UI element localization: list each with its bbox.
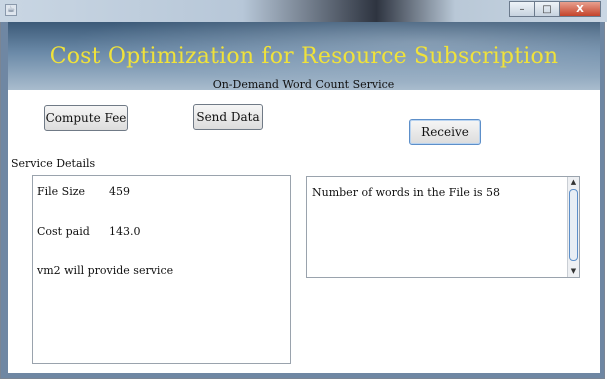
receive-button[interactable]: Receive <box>409 119 481 145</box>
minimize-button[interactable]: – <box>509 1 535 17</box>
file-size-label: File Size <box>37 185 86 198</box>
service-details-heading: Service Details <box>11 157 96 170</box>
scroll-down-icon[interactable]: ▼ <box>569 267 578 276</box>
result-textarea[interactable]: Number of words in the File is 58 ▲ ▼ <box>306 176 580 278</box>
cost-paid-label: Cost paid <box>37 225 90 238</box>
minimize-icon: – <box>519 3 525 15</box>
send-data-button[interactable]: Send Data <box>193 104 263 130</box>
file-size-value: 459 <box>109 185 130 198</box>
result-scrollbar[interactable]: ▲ ▼ <box>567 177 579 277</box>
scroll-thumb[interactable] <box>569 189 578 261</box>
close-button[interactable]: X <box>559 1 601 17</box>
close-icon: X <box>576 3 584 15</box>
result-text: Number of words in the File is 58 <box>312 186 501 199</box>
window-controls: – □ X <box>509 1 601 17</box>
provider-text: vm2 will provide service <box>37 264 174 277</box>
maximize-icon: □ <box>542 3 552 15</box>
page-title: Cost Optimization for Resource Subscript… <box>49 44 559 69</box>
compute-fee-button[interactable]: Compute Fee <box>44 105 128 131</box>
java-cup-icon: ☕ <box>5 4 17 16</box>
cost-paid-value: 143.0 <box>109 225 141 238</box>
scroll-up-icon[interactable]: ▲ <box>569 178 578 187</box>
maximize-button[interactable]: □ <box>534 1 560 17</box>
title-bar[interactable]: ☕ – □ X <box>0 0 607 22</box>
page-subtitle: On-Demand Word Count Service <box>212 78 395 91</box>
service-details-panel: File Size 459 Cost paid 143.0 vm2 will p… <box>32 175 291 364</box>
